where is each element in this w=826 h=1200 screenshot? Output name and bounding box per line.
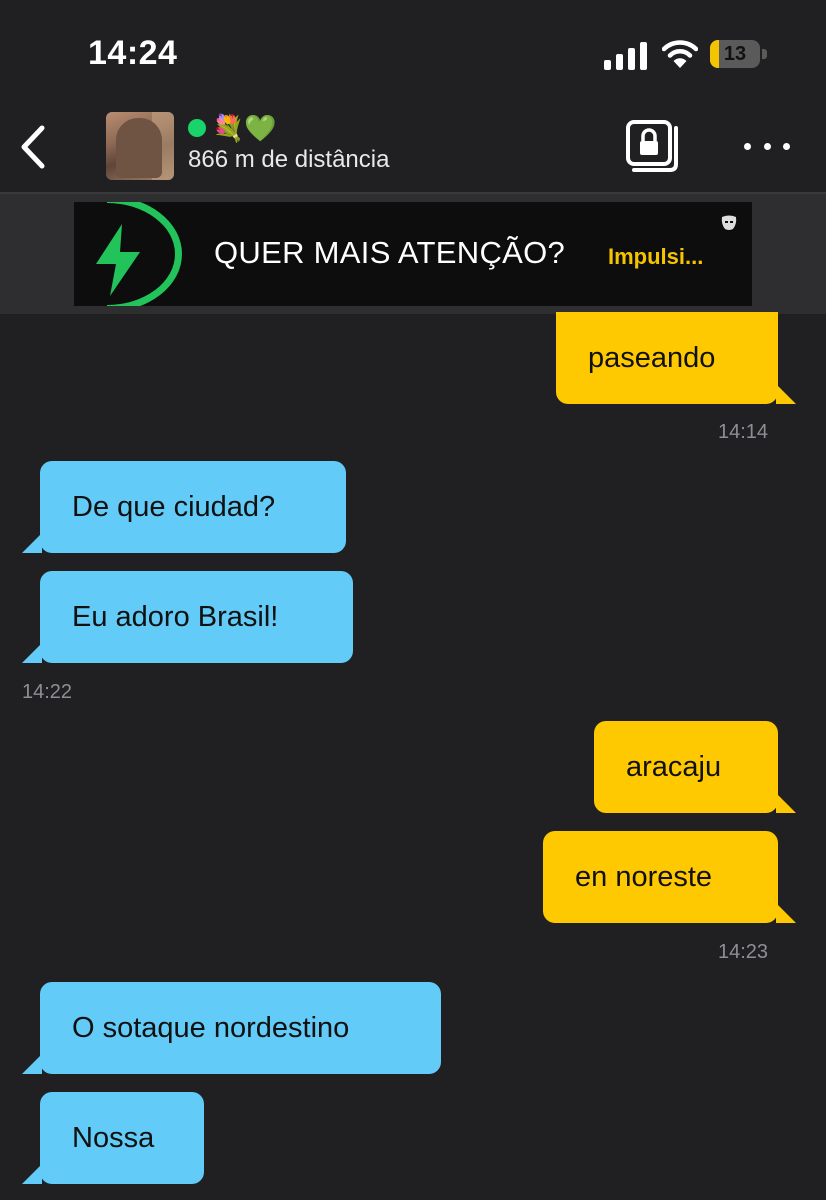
message-text: De que ciudad?: [72, 491, 276, 523]
profile-distance: 866 m de distância: [188, 146, 390, 173]
message-text: Nossa: [72, 1122, 155, 1154]
status-bar: 14:24 13: [0, 0, 826, 100]
online-status-dot: [188, 119, 206, 137]
cellular-signal-icon: [604, 42, 647, 70]
message-bubble-incoming[interactable]: Eu adoro Brasil!: [22, 571, 353, 663]
message-text: aracaju: [626, 751, 722, 783]
message-timestamp: 14:22: [22, 681, 73, 703]
battery-percentage: 13: [723, 43, 747, 65]
status-time: 14:24: [88, 34, 178, 72]
message-bubble-outgoing[interactable]: en noreste: [543, 831, 796, 923]
more-options-button[interactable]: [744, 128, 790, 164]
message-bubble-incoming[interactable]: De que ciudad?: [22, 461, 346, 553]
promo-headline: QUER MAIS ATENÇÃO?: [214, 235, 566, 270]
message-bubble-outgoing[interactable]: paseando: [556, 312, 796, 404]
back-button[interactable]: [14, 122, 54, 172]
profile-name-row[interactable]: 💐💚: [188, 112, 277, 144]
private-album-button[interactable]: [624, 118, 680, 174]
wifi-icon: [662, 40, 698, 68]
message-bubble-incoming[interactable]: O sotaque nordestino: [22, 982, 441, 1074]
message-text: en noreste: [575, 861, 713, 893]
message-bubble-outgoing[interactable]: aracaju: [594, 721, 796, 813]
profile-status-emojis: 💐💚: [212, 113, 277, 143]
message-text: O sotaque nordestino: [72, 1012, 350, 1044]
message-text: paseando: [588, 342, 716, 374]
battery-indicator: 13: [710, 40, 768, 70]
promo-cta-link[interactable]: Impulsi...: [608, 244, 703, 270]
promo-banner-area: QUER MAIS ATENÇÃO? Impulsi...: [0, 194, 826, 314]
message-timestamp: 14:14: [718, 421, 769, 443]
chat-header: 💐💚 866 m de distância: [0, 100, 826, 194]
lightning-bolt-icon: [96, 224, 140, 296]
message-bubble-incoming[interactable]: Nossa: [22, 1092, 204, 1184]
grindr-mask-icon: [721, 215, 737, 230]
profile-avatar[interactable]: [106, 112, 174, 180]
message-text: Eu adoro Brasil!: [72, 601, 279, 633]
ellipsis-icon: [744, 142, 751, 150]
message-timestamp: 14:23: [718, 941, 769, 963]
boost-promo-banner[interactable]: QUER MAIS ATENÇÃO? Impulsi...: [74, 202, 752, 306]
